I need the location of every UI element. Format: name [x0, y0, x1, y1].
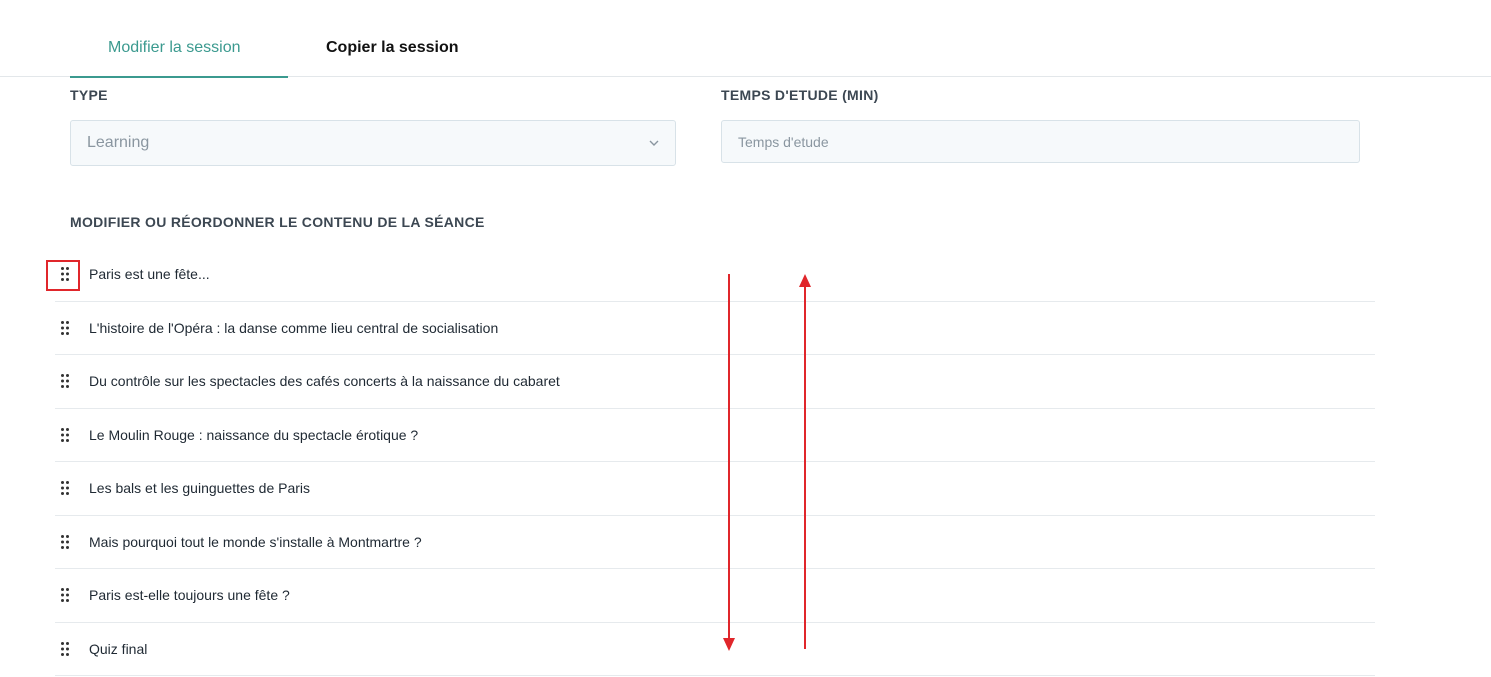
drag-handle-icon[interactable] [55, 532, 75, 552]
annotation-arrow-down-icon [723, 274, 735, 651]
drag-handle-icon[interactable] [55, 318, 75, 338]
tab-modifier-session[interactable]: Modifier la session [70, 38, 288, 78]
annotation-highlight-box [46, 260, 80, 291]
list-item: Paris est une fête... [55, 248, 1375, 302]
drag-handle-icon[interactable] [55, 585, 75, 605]
list-item-label: Les bals et les guinguettes de Paris [89, 480, 311, 496]
annotation-arrow-up-icon [799, 274, 811, 649]
study-time-input[interactable] [721, 120, 1360, 163]
list-item: Du contrôle sur les spectacles des cafés… [55, 355, 1375, 409]
tab-copier-session[interactable]: Copier la session [326, 38, 459, 58]
list-item-label: Mais pourquoi tout le monde s'installe à… [89, 533, 422, 550]
list-item: L'histoire de l'Opéra : la danse comme l… [55, 302, 1375, 355]
section-title: MODIFIER OU RÉORDONNER LE CONTENU DE LA … [70, 214, 485, 230]
drag-handle-icon[interactable] [55, 478, 75, 498]
list-item-label: Le Moulin Rouge : naissance du spectacle… [89, 426, 419, 443]
list-item-label: Du contrôle sur les spectacles des cafés… [89, 373, 560, 389]
session-tabs: Modifier la session Copier la session [0, 0, 1491, 78]
drag-handle-icon[interactable] [55, 639, 75, 659]
session-content-list: Paris est une fête... L'histoire de l'Op… [55, 248, 1375, 676]
list-item-label: Quiz final [89, 640, 148, 657]
study-time-label: TEMPS D'ETUDE (MIN) [721, 87, 879, 103]
list-item-label: Paris est-elle toujours une fête ? [89, 587, 290, 603]
list-item-label: Paris est une fête... [89, 266, 210, 282]
list-item: Mais pourquoi tout le monde s'installe à… [55, 516, 1375, 569]
drag-handle-icon[interactable] [55, 371, 75, 391]
drag-handle-icon[interactable] [55, 425, 75, 445]
list-item-label: L'histoire de l'Opéra : la danse comme l… [89, 319, 499, 336]
chevron-down-icon [649, 140, 659, 146]
type-select-value: Learning [87, 134, 150, 151]
list-item: Quiz final [55, 623, 1375, 676]
list-item: Paris est-elle toujours une fête ? [55, 569, 1375, 623]
type-select[interactable]: Learning [70, 120, 676, 166]
list-item: Les bals et les guinguettes de Paris [55, 462, 1375, 516]
list-item: Le Moulin Rouge : naissance du spectacle… [55, 409, 1375, 462]
type-label: TYPE [70, 87, 108, 103]
